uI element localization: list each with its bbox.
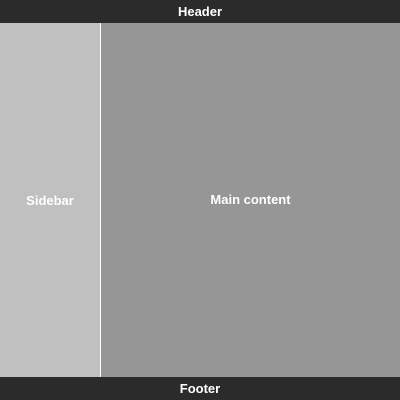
main-content-label: Main content <box>210 191 291 207</box>
sidebar-region: Sidebar <box>0 23 100 377</box>
footer-label: Footer <box>179 381 221 396</box>
sidebar-label: Sidebar <box>26 192 74 208</box>
header-region: Header <box>0 0 400 23</box>
header-label: Header <box>177 4 223 19</box>
main-content-region: Main content <box>101 23 400 377</box>
footer-region: Footer <box>0 377 400 400</box>
page-layout-diagram: Header Sidebar Main content Footer <box>0 0 400 400</box>
